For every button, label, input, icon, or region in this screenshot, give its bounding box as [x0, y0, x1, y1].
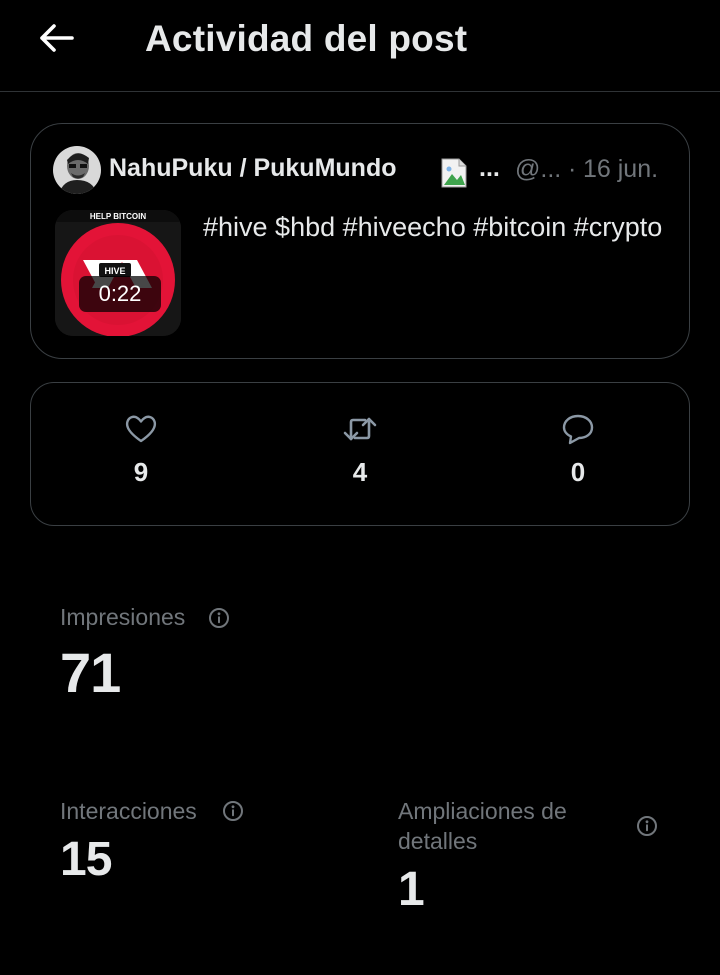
interactions-value: 15 [60, 833, 112, 886]
page-title: Actividad del post [145, 18, 468, 59]
broken-image-icon [439, 157, 471, 189]
detail-expands-value: 1 [398, 863, 425, 916]
post-date: 16 jun. [583, 155, 659, 183]
video-duration-badge: 0:22 [79, 276, 161, 312]
author-name: NahuPuku / PukuMundo [109, 154, 397, 182]
impressions-label: Impresiones [60, 604, 186, 630]
arrow-left-icon [40, 24, 74, 52]
likes-stat[interactable]: 9 [91, 413, 191, 488]
heart-icon [125, 415, 157, 443]
interactions-label: Interacciones [60, 798, 197, 824]
engagement-stats-card: 9 4 0 [30, 382, 690, 526]
video-thumbnail[interactable]: HELP BITCOIN HIVE [55, 210, 181, 336]
avatar[interactable] [53, 146, 101, 194]
info-icon[interactable] [208, 607, 230, 629]
reposts-stat[interactable]: 4 [310, 413, 410, 488]
info-icon[interactable] [636, 815, 658, 837]
thumbnail-banner-text: HELP BITCOIN [90, 212, 147, 221]
reposts-count: 4 [352, 457, 368, 487]
top-app-bar: Actividad del post [0, 0, 720, 92]
info-icon[interactable] [222, 800, 244, 822]
thumbnail-logo-text: HIVE [104, 266, 125, 276]
separator-dot: · [568, 155, 577, 183]
reply-bubble-icon [562, 414, 594, 445]
detail-expands-label-line1: Ampliaciones de [398, 798, 567, 824]
replies-count: 0 [570, 457, 586, 487]
impressions-value: 71 [60, 641, 121, 704]
author-handle: @... [515, 155, 562, 183]
post-text: #hive $hbd #hiveecho #bitcoin #crypto [203, 212, 663, 242]
name-truncation: ... [479, 154, 500, 182]
likes-count: 9 [133, 457, 149, 487]
replies-stat[interactable]: 0 [528, 413, 628, 488]
back-button[interactable] [30, 14, 82, 62]
post-preview-card[interactable]: NahuPuku / PukuMundo ... @... · 16 jun. … [30, 123, 690, 359]
repost-icon [343, 417, 377, 441]
detail-expands-label-line2: detalles [398, 828, 478, 854]
